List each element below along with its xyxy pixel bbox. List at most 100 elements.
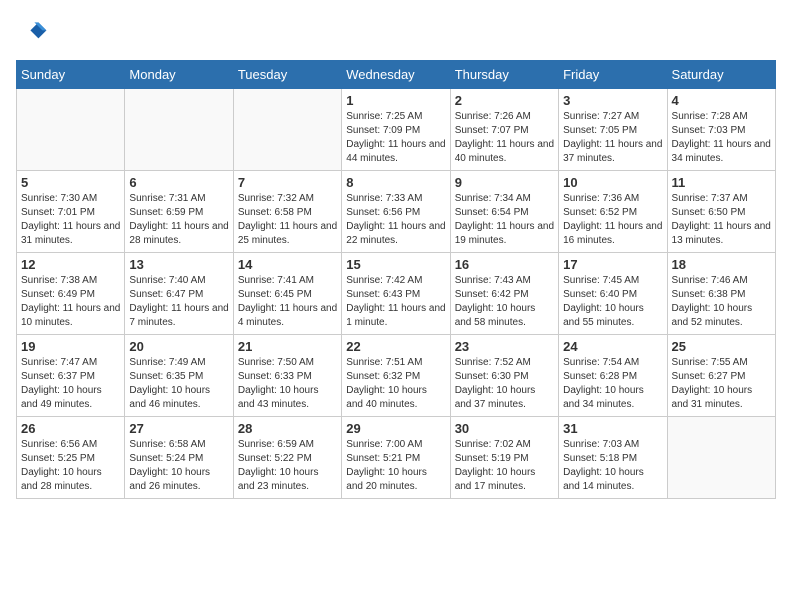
weekday-header-sunday: Sunday xyxy=(17,61,125,89)
calendar-cell: 17 Sunrise: 7:45 AM Sunset: 6:40 PM Dayli… xyxy=(559,253,667,335)
day-info: Sunrise: 7:36 AM Sunset: 6:52 PM Dayligh… xyxy=(563,192,662,248)
day-info: Sunrise: 7:34 AM Sunset: 6:54 PM Dayligh… xyxy=(455,192,554,248)
calendar-cell: 4 Sunrise: 7:28 AM Sunset: 7:03 PM Daylig… xyxy=(667,89,775,171)
calendar-cell xyxy=(233,89,341,171)
day-info: Sunrise: 7:38 AM Sunset: 6:49 PM Dayligh… xyxy=(21,274,120,330)
calendar-cell: 3 Sunrise: 7:27 AM Sunset: 7:05 PM Daylig… xyxy=(559,89,667,171)
day-number: 27 xyxy=(129,421,228,436)
day-info: Sunrise: 7:55 AM Sunset: 6:27 PM Dayligh… xyxy=(672,356,771,412)
day-info: Sunrise: 7:28 AM Sunset: 7:03 PM Dayligh… xyxy=(672,110,771,166)
weekday-header-tuesday: Tuesday xyxy=(233,61,341,89)
day-info: Sunrise: 7:47 AM Sunset: 6:37 PM Dayligh… xyxy=(21,356,120,412)
calendar-cell: 9 Sunrise: 7:34 AM Sunset: 6:54 PM Daylig… xyxy=(450,171,558,253)
day-info: Sunrise: 7:33 AM Sunset: 6:56 PM Dayligh… xyxy=(346,192,445,248)
calendar-cell: 27 Sunrise: 6:58 AM Sunset: 5:24 PM Dayli… xyxy=(125,417,233,499)
logo-icon xyxy=(16,16,48,48)
day-info: Sunrise: 7:37 AM Sunset: 6:50 PM Dayligh… xyxy=(672,192,771,248)
day-info: Sunrise: 7:52 AM Sunset: 6:30 PM Dayligh… xyxy=(455,356,554,412)
calendar-week-2: 12 Sunrise: 7:38 AM Sunset: 6:49 PM Dayli… xyxy=(17,253,776,335)
day-info: Sunrise: 7:50 AM Sunset: 6:33 PM Dayligh… xyxy=(238,356,337,412)
page: SundayMondayTuesdayWednesdayThursdayFrid… xyxy=(0,0,792,515)
day-info: Sunrise: 7:30 AM Sunset: 7:01 PM Dayligh… xyxy=(21,192,120,248)
weekday-header-thursday: Thursday xyxy=(450,61,558,89)
calendar-cell: 20 Sunrise: 7:49 AM Sunset: 6:35 PM Dayli… xyxy=(125,335,233,417)
calendar-cell: 23 Sunrise: 7:52 AM Sunset: 6:30 PM Dayli… xyxy=(450,335,558,417)
day-number: 3 xyxy=(563,93,662,108)
calendar-cell: 2 Sunrise: 7:26 AM Sunset: 7:07 PM Daylig… xyxy=(450,89,558,171)
calendar-table: SundayMondayTuesdayWednesdayThursdayFrid… xyxy=(16,60,776,499)
calendar-week-1: 5 Sunrise: 7:30 AM Sunset: 7:01 PM Daylig… xyxy=(17,171,776,253)
day-info: Sunrise: 7:42 AM Sunset: 6:43 PM Dayligh… xyxy=(346,274,445,330)
day-number: 23 xyxy=(455,339,554,354)
day-info: Sunrise: 7:40 AM Sunset: 6:47 PM Dayligh… xyxy=(129,274,228,330)
weekday-header-saturday: Saturday xyxy=(667,61,775,89)
calendar-cell: 24Sunrise: 7:54 AM Sunset: 6:28 PM Dayli… xyxy=(559,335,667,417)
day-number: 15 xyxy=(346,257,445,272)
day-info: Sunrise: 7:49 AM Sunset: 6:35 PM Dayligh… xyxy=(129,356,228,412)
calendar-week-3: 19 Sunrise: 7:47 AM Sunset: 6:37 PM Dayli… xyxy=(17,335,776,417)
day-number: 2 xyxy=(455,93,554,108)
day-number: 26 xyxy=(21,421,120,436)
weekday-header-row: SundayMondayTuesdayWednesdayThursdayFrid… xyxy=(17,61,776,89)
calendar-cell: 26 Sunrise: 6:56 AM Sunset: 5:25 PM Dayli… xyxy=(17,417,125,499)
day-info: Sunrise: 7:54 AM Sunset: 6:28 PM Dayligh… xyxy=(563,356,662,412)
calendar-cell: 29 Sunrise: 7:00 AM Sunset: 5:21 PM Dayli… xyxy=(342,417,450,499)
calendar-cell: 22Sunrise: 7:51 AM Sunset: 6:32 PM Dayli… xyxy=(342,335,450,417)
day-number: 4 xyxy=(672,93,771,108)
calendar-cell: 11 Sunrise: 7:37 AM Sunset: 6:50 PM Dayli… xyxy=(667,171,775,253)
day-number: 9 xyxy=(455,175,554,190)
calendar-cell xyxy=(17,89,125,171)
calendar-cell: 19 Sunrise: 7:47 AM Sunset: 6:37 PM Dayli… xyxy=(17,335,125,417)
day-info: Sunrise: 7:27 AM Sunset: 7:05 PM Dayligh… xyxy=(563,110,662,166)
day-number: 19 xyxy=(21,339,120,354)
day-info: Sunrise: 7:32 AM Sunset: 6:58 PM Dayligh… xyxy=(238,192,337,248)
calendar-cell: 14Sunrise: 7:41 AM Sunset: 6:45 PM Dayli… xyxy=(233,253,341,335)
calendar-cell: 7 Sunrise: 7:32 AM Sunset: 6:58 PM Daylig… xyxy=(233,171,341,253)
calendar-cell: 10 Sunrise: 7:36 AM Sunset: 6:52 PM Dayli… xyxy=(559,171,667,253)
day-info: Sunrise: 7:02 AM Sunset: 5:19 PM Dayligh… xyxy=(455,438,554,494)
calendar-cell xyxy=(125,89,233,171)
day-number: 12 xyxy=(21,257,120,272)
day-number: 28 xyxy=(238,421,337,436)
day-info: Sunrise: 7:31 AM Sunset: 6:59 PM Dayligh… xyxy=(129,192,228,248)
day-number: 16 xyxy=(455,257,554,272)
calendar-cell: 16 Sunrise: 7:43 AM Sunset: 6:42 PM Dayli… xyxy=(450,253,558,335)
day-info: Sunrise: 7:51 AM Sunset: 6:32 PM Dayligh… xyxy=(346,356,445,412)
weekday-header-friday: Friday xyxy=(559,61,667,89)
day-number: 1 xyxy=(346,93,445,108)
day-number: 5 xyxy=(21,175,120,190)
day-info: Sunrise: 7:26 AM Sunset: 7:07 PM Dayligh… xyxy=(455,110,554,166)
day-number: 10 xyxy=(563,175,662,190)
day-info: Sunrise: 7:03 AM Sunset: 5:18 PM Dayligh… xyxy=(563,438,662,494)
weekday-header-monday: Monday xyxy=(125,61,233,89)
calendar-cell: 18Sunrise: 7:46 AM Sunset: 6:38 PM Dayli… xyxy=(667,253,775,335)
calendar-cell: 5 Sunrise: 7:30 AM Sunset: 7:01 PM Daylig… xyxy=(17,171,125,253)
day-number: 11 xyxy=(672,175,771,190)
day-number: 18 xyxy=(672,257,771,272)
header xyxy=(16,16,776,48)
day-number: 20 xyxy=(129,339,228,354)
day-number: 7 xyxy=(238,175,337,190)
day-info: Sunrise: 6:59 AM Sunset: 5:22 PM Dayligh… xyxy=(238,438,337,494)
day-number: 6 xyxy=(129,175,228,190)
day-number: 31 xyxy=(563,421,662,436)
day-info: Sunrise: 7:45 AM Sunset: 6:40 PM Dayligh… xyxy=(563,274,662,330)
weekday-header-wednesday: Wednesday xyxy=(342,61,450,89)
day-number: 29 xyxy=(346,421,445,436)
day-info: Sunrise: 7:43 AM Sunset: 6:42 PM Dayligh… xyxy=(455,274,554,330)
day-info: Sunrise: 6:56 AM Sunset: 5:25 PM Dayligh… xyxy=(21,438,120,494)
calendar-cell: 25Sunrise: 7:55 AM Sunset: 6:27 PM Dayli… xyxy=(667,335,775,417)
day-number: 30 xyxy=(455,421,554,436)
calendar-cell: 21Sunrise: 7:50 AM Sunset: 6:33 PM Dayli… xyxy=(233,335,341,417)
day-number: 17 xyxy=(563,257,662,272)
calendar-cell: 15 Sunrise: 7:42 AM Sunset: 6:43 PM Dayli… xyxy=(342,253,450,335)
day-number: 8 xyxy=(346,175,445,190)
calendar-cell: 31 Sunrise: 7:03 AM Sunset: 5:18 PM Dayli… xyxy=(559,417,667,499)
calendar-cell xyxy=(667,417,775,499)
calendar-week-4: 26 Sunrise: 6:56 AM Sunset: 5:25 PM Dayli… xyxy=(17,417,776,499)
day-info: Sunrise: 6:58 AM Sunset: 5:24 PM Dayligh… xyxy=(129,438,228,494)
day-info: Sunrise: 7:41 AM Sunset: 6:45 PM Dayligh… xyxy=(238,274,337,330)
calendar-cell: 12 Sunrise: 7:38 AM Sunset: 6:49 PM Dayli… xyxy=(17,253,125,335)
day-info: Sunrise: 7:00 AM Sunset: 5:21 PM Dayligh… xyxy=(346,438,445,494)
calendar-cell: 13Sunrise: 7:40 AM Sunset: 6:47 PM Dayli… xyxy=(125,253,233,335)
